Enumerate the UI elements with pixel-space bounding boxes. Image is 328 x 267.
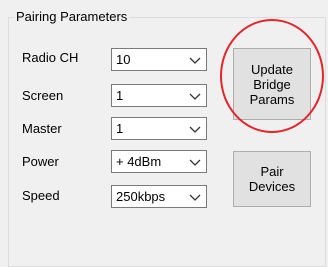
- power-label: Power: [22, 154, 59, 169]
- chevron-down-icon: [189, 93, 201, 100]
- power-value: + 4dBm: [116, 154, 162, 169]
- update-line-2: Bridge: [253, 76, 291, 92]
- screen-value: 1: [116, 88, 124, 103]
- chevron-down-icon: [189, 57, 201, 64]
- master-value: 1: [116, 121, 124, 136]
- update-button-text: Update Bridge Params: [250, 62, 295, 107]
- speed-dropdown[interactable]: 250kbps: [111, 185, 207, 208]
- speed-value: 250kbps: [116, 189, 166, 204]
- screen-label: Screen: [22, 88, 64, 103]
- pair-line-2: Devices: [248, 179, 296, 194]
- chevron-down-icon: [189, 194, 201, 201]
- radio-ch-dropdown[interactable]: 10: [111, 48, 207, 71]
- radio-ch-value: 10: [116, 52, 131, 67]
- pair-devices-button[interactable]: Pair Devices: [233, 151, 311, 207]
- screen-dropdown[interactable]: 1: [111, 84, 207, 107]
- speed-label: Speed: [22, 188, 60, 203]
- pair-line-1: Pair: [260, 164, 284, 179]
- master-dropdown[interactable]: 1: [111, 117, 207, 140]
- chevron-down-icon: [189, 126, 201, 133]
- group-title: Pairing Parameters: [14, 9, 130, 25]
- master-label: Master: [22, 121, 62, 136]
- chevron-down-icon: [189, 159, 201, 166]
- pair-button-text: Pair Devices: [249, 164, 295, 194]
- power-dropdown[interactable]: + 4dBm: [111, 150, 207, 173]
- update-line-3: Params: [249, 91, 295, 107]
- update-line-1: Update: [251, 61, 293, 77]
- radio-ch-label: Radio CH: [22, 50, 79, 65]
- update-bridge-params-button[interactable]: Update Bridge Params: [233, 48, 311, 120]
